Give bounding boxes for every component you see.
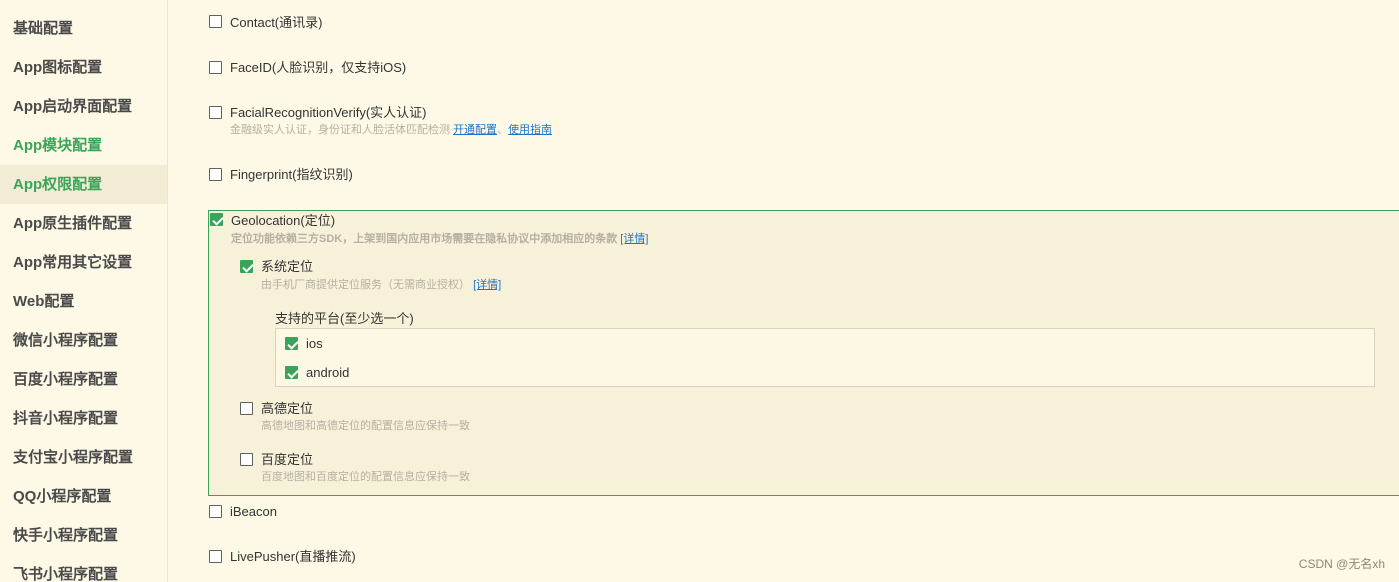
ios-checkbox[interactable] xyxy=(285,337,298,350)
sidebar-item-web[interactable]: Web配置 xyxy=(0,282,167,321)
android-checkbox[interactable] xyxy=(285,366,298,379)
ibeacon-checkbox[interactable] xyxy=(209,505,222,518)
android-label[interactable]: android xyxy=(306,365,349,381)
sidebar-item-app-icon[interactable]: App图标配置 xyxy=(0,48,167,87)
sidebar-item-douyin-mp[interactable]: 抖音小程序配置 xyxy=(0,399,167,438)
sidebar-item-app-permissions[interactable]: App权限配置 xyxy=(0,165,167,204)
module-settings-panel: Contact(通讯录) FaceID(人脸识别，仅支持iOS) FacialR… xyxy=(168,0,1399,582)
usage-guide-link[interactable]: 使用指南 xyxy=(508,124,552,136)
facial-recognition-checkbox[interactable] xyxy=(209,106,222,119)
sidebar-item-qq-mp[interactable]: QQ小程序配置 xyxy=(0,477,167,516)
sidebar-item-app-modules[interactable]: App模块配置 xyxy=(0,126,167,165)
facial-recognition-label[interactable]: FacialRecognitionVerify(实人认证) xyxy=(230,105,427,121)
fingerprint-label[interactable]: Fingerprint(指纹识别) xyxy=(230,167,353,183)
sidebar-item-app-native-plugins[interactable]: App原生插件配置 xyxy=(0,204,167,243)
baidu-location-checkbox[interactable] xyxy=(240,453,253,466)
livepusher-checkbox[interactable] xyxy=(209,550,222,563)
sidebar-item-weixin-mp[interactable]: 微信小程序配置 xyxy=(0,321,167,360)
system-location-checkbox[interactable] xyxy=(240,260,253,273)
sidebar-item-feishu-mp[interactable]: 飞书小程序配置 xyxy=(0,555,167,582)
geolocation-label[interactable]: Geolocation(定位) xyxy=(231,213,335,229)
fingerprint-checkbox[interactable] xyxy=(209,168,222,181)
platform-title: 支持的平台(至少选一个) xyxy=(275,311,414,326)
baidu-location-description: 百度地图和百度定位的配置信息应保持一致 xyxy=(261,471,470,483)
baidu-location-label[interactable]: 百度定位 xyxy=(261,452,313,468)
facial-recognition-desc-text: 金融级实人认证，身份证和人脸活体匹配检测 xyxy=(230,124,450,136)
sidebar-item-alipay-mp[interactable]: 支付宝小程序配置 xyxy=(0,438,167,477)
geolocation-desc-text: 定位功能依赖三方SDK，上架到国内应用市场需要在隐私协议中添加相应的条款 xyxy=(231,233,618,245)
system-location-desc-text: 由手机厂商提供定位服务（无需商业授权） xyxy=(261,279,470,291)
sidebar-item-app-other-settings[interactable]: App常用其它设置 xyxy=(0,243,167,282)
contact-label[interactable]: Contact(通讯录) xyxy=(230,15,322,31)
ibeacon-label[interactable]: iBeacon xyxy=(230,504,277,520)
sidebar-item-basic[interactable]: 基础配置 xyxy=(0,9,167,48)
system-location-details-link[interactable]: [详情] xyxy=(473,279,501,291)
watermark: CSDN @无名xh xyxy=(1298,557,1385,571)
livepusher-label[interactable]: LivePusher(直播推流) xyxy=(230,549,356,565)
faceid-label[interactable]: FaceID(人脸识别，仅支持iOS) xyxy=(230,60,406,76)
link-separator: 、 xyxy=(497,124,509,136)
geolocation-description: 定位功能依赖三方SDK，上架到国内应用市场需要在隐私协议中添加相应的条款 [详情… xyxy=(231,232,648,246)
amap-location-label[interactable]: 高德定位 xyxy=(261,401,313,417)
amap-location-description: 高德地图和高德定位的配置信息应保持一致 xyxy=(261,420,470,432)
geolocation-checkbox[interactable] xyxy=(210,213,223,226)
faceid-checkbox[interactable] xyxy=(209,61,222,74)
system-location-label[interactable]: 系统定位 xyxy=(261,259,313,275)
system-location-description: 由手机厂商提供定位服务（无需商业授权） [详情] xyxy=(261,278,501,292)
geolocation-details-link[interactable]: [详情] xyxy=(620,233,648,245)
platform-options xyxy=(275,328,1375,387)
sidebar-item-app-splash[interactable]: App启动界面配置 xyxy=(0,87,167,126)
amap-location-checkbox[interactable] xyxy=(240,402,253,415)
sidebar: 基础配置 App图标配置 App启动界面配置 App模块配置 App权限配置 A… xyxy=(0,0,168,582)
contact-checkbox[interactable] xyxy=(209,15,222,28)
sidebar-item-baidu-mp[interactable]: 百度小程序配置 xyxy=(0,360,167,399)
ios-label[interactable]: ios xyxy=(306,336,323,352)
sidebar-item-kuaishou-mp[interactable]: 快手小程序配置 xyxy=(0,516,167,555)
facial-recognition-description: 金融级实人认证，身份证和人脸活体匹配检测 开通配置、使用指南 xyxy=(230,123,552,137)
activate-config-link[interactable]: 开通配置 xyxy=(453,124,497,136)
